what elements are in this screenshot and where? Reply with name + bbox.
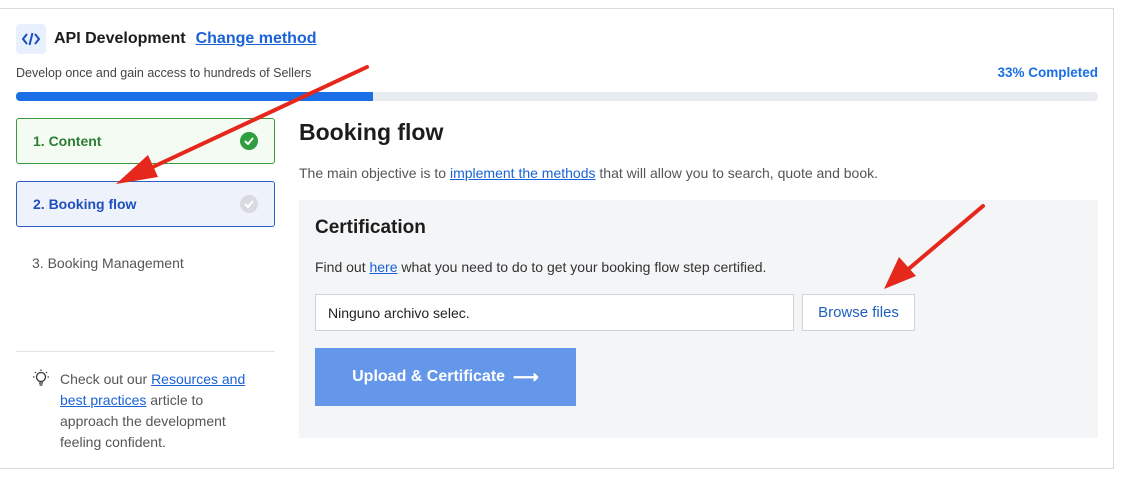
tip-prefix: Check out our [60,371,152,387]
change-method-link[interactable]: Change method [196,30,317,48]
desc-suffix: that will allow you to search, quote and… [595,165,879,181]
progress-label: 33% Completed [997,65,1098,80]
lightbulb-icon [30,369,52,453]
check-circle-icon [240,132,258,150]
browse-files-button[interactable]: Browse files [802,294,915,331]
tip-box: Check out our Resources and best practic… [30,369,260,453]
step-content[interactable]: 1. Content [16,118,275,164]
section-title: Booking flow [299,119,444,145]
progress-fill [16,92,374,101]
page-title: API Development [54,30,186,47]
cert-desc-prefix: Find out [315,259,370,275]
file-name-field[interactable]: Ninguno archivo selec. [315,294,794,331]
step-label: 2. Booking flow [33,196,137,212]
pending-circle-icon [240,195,258,213]
page-header: API Development Change method [16,24,316,54]
implement-methods-link[interactable]: implement the methods [450,165,596,181]
desc-prefix: The main objective is to [299,165,450,181]
step-label: 1. Content [33,133,102,149]
upload-label: Upload & Certificate [352,368,506,385]
arrow-right-icon: ⟶ [513,366,539,387]
section-description: The main objective is to implement the m… [299,165,878,181]
tip-text: Check out our Resources and best practic… [60,369,260,453]
certification-title: Certification [315,217,426,238]
code-icon [16,24,46,54]
cert-desc-suffix: what you need to do to get your booking … [397,259,767,275]
certification-panel: Certification Find out here what you nee… [299,200,1098,438]
upload-certificate-button[interactable]: Upload & Certificate ⟶ [315,348,576,406]
sidebar-divider [16,351,275,352]
step-booking-flow[interactable]: 2. Booking flow [16,181,275,227]
progress-bar [16,92,1098,101]
certification-description: Find out here what you need to do to get… [315,259,766,275]
here-link[interactable]: here [369,259,397,275]
step-booking-management[interactable]: 3. Booking Management [32,255,184,271]
page-subtitle: Develop once and gain access to hundreds… [16,66,312,80]
